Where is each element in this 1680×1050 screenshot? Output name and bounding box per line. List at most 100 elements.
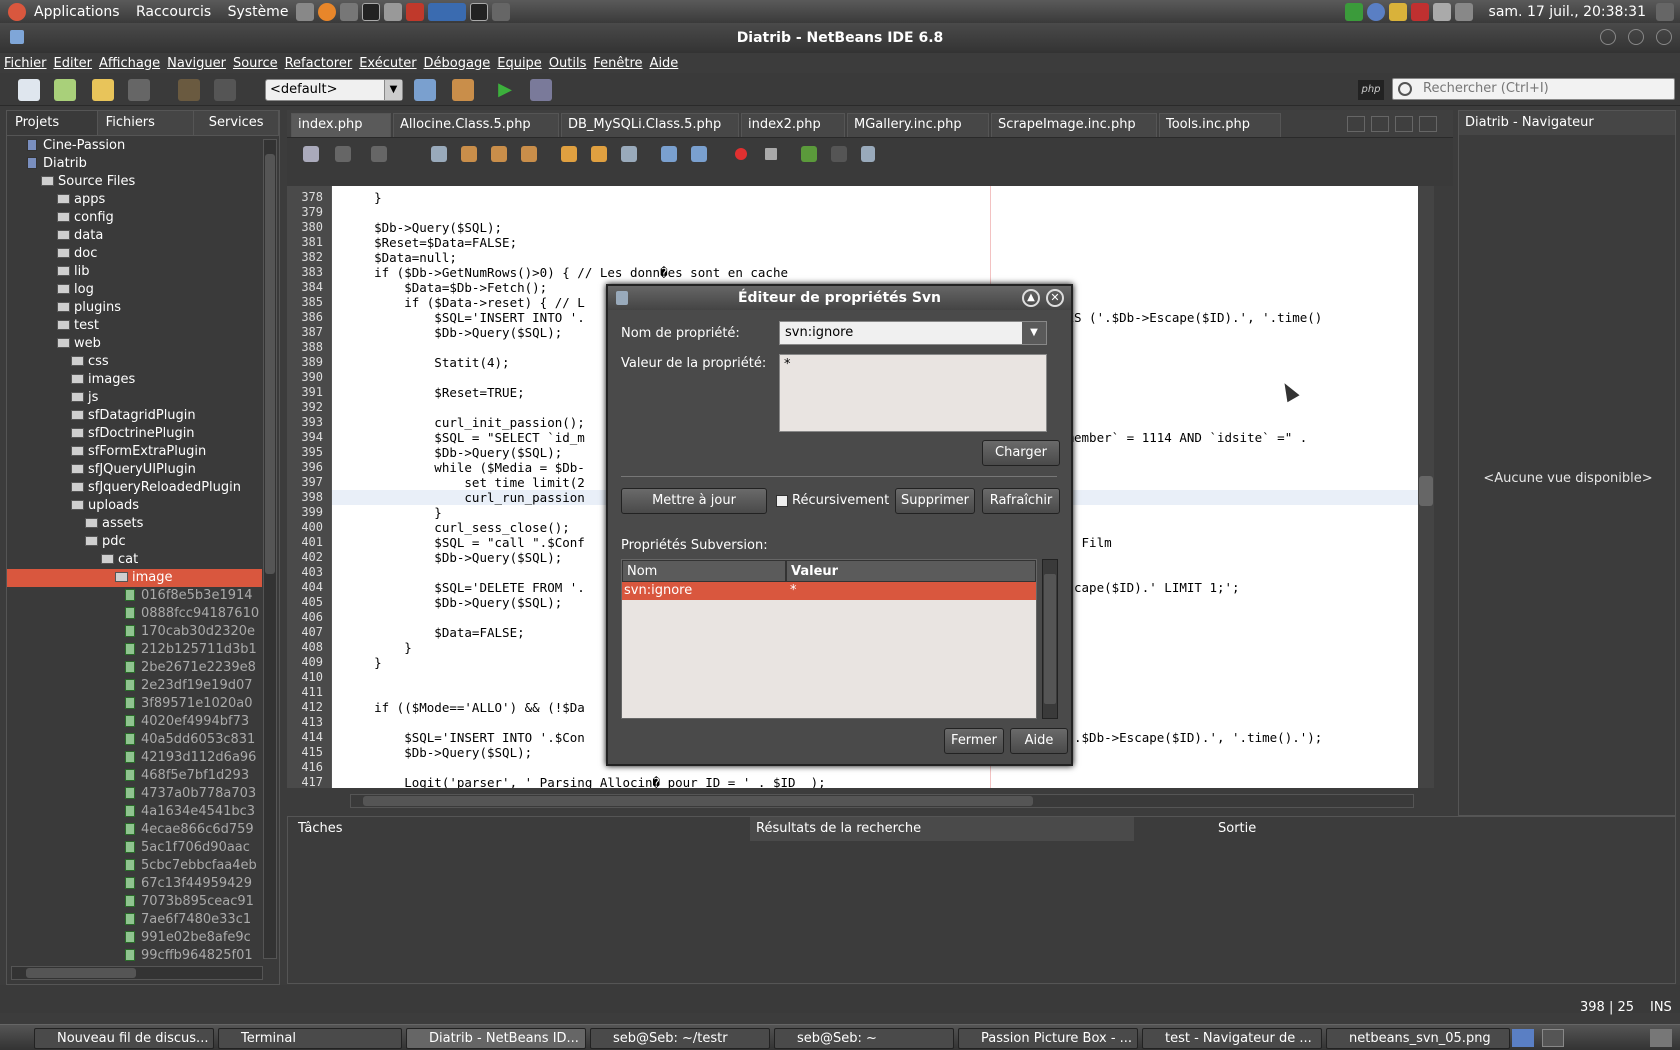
tab-index2[interactable]: index2.php [741, 113, 845, 137]
trash-icon[interactable] [1650, 1029, 1672, 1047]
tree-item[interactable]: sfJqueryReloadedPlugin [71, 479, 241, 497]
file-item[interactable]: 212b125711d3b1 [125, 641, 257, 659]
task-netbeans[interactable]: Diatrib - NetBeans ID... [406, 1028, 586, 1049]
file-item[interactable]: 4ecae866c6d759 [125, 821, 254, 839]
file-item[interactable]: 4737a0b778a703 [125, 785, 256, 803]
tree-vertical-scrollbar[interactable] [263, 139, 277, 959]
tab-scrapeimage[interactable]: ScrapeImage.inc.php [991, 113, 1157, 137]
menu-equipe[interactable]: Equipe [497, 56, 542, 71]
menu-fichier[interactable]: Fichier [4, 56, 47, 71]
next-bookmark-icon[interactable] [591, 146, 607, 162]
menu-fenetre[interactable]: Fenêtre [593, 56, 642, 71]
workspace-1-icon[interactable] [1512, 1029, 1534, 1047]
file-item[interactable]: 2be2671e2239e8 [125, 659, 256, 677]
app-launcher-icon[interactable] [406, 2, 425, 21]
tab-resultats-recherche[interactable]: Résultats de la recherche [750, 817, 1134, 841]
tree-item[interactable]: web [57, 335, 101, 353]
back-icon[interactable] [335, 146, 351, 162]
minimize-icon[interactable] [1600, 29, 1616, 45]
build-icon[interactable] [414, 79, 436, 101]
menu-debogage[interactable]: Débogage [424, 56, 491, 71]
find-previous-icon[interactable] [461, 146, 477, 162]
tab-db-mysqli[interactable]: DB_MySQLi.Class.5.php [561, 113, 739, 137]
save-all-icon[interactable] [128, 79, 150, 101]
editor-vertical-scrollbar[interactable] [1418, 186, 1434, 788]
tree-item[interactable]: Source Files [41, 173, 135, 191]
menu-shortcuts[interactable]: Raccourcis [136, 4, 211, 20]
tree-item[interactable]: plugins [57, 299, 121, 317]
tree-item[interactable]: Cine-Passion [27, 137, 125, 155]
recursive-checkbox[interactable] [776, 495, 788, 507]
tab-projets[interactable]: Projets [7, 111, 98, 135]
menu-source[interactable]: Source [233, 56, 278, 71]
menu-applications[interactable]: Applications [34, 4, 120, 20]
comment-icon[interactable] [801, 146, 817, 162]
tree-horizontal-scrollbar[interactable] [11, 966, 263, 980]
file-item[interactable]: 7073b895ceac91 [125, 893, 254, 911]
volume-icon[interactable] [1454, 2, 1473, 21]
file-item[interactable]: 0888fcc94187610 [125, 605, 259, 623]
chevron-up-icon[interactable]: ▲ [1022, 289, 1040, 307]
configuration-select[interactable]: <default> ▼ [265, 79, 403, 101]
maximize-icon[interactable] [1628, 29, 1644, 45]
menu-outils[interactable]: Outils [549, 56, 587, 71]
update-button[interactable]: Mettre à jour [621, 488, 767, 514]
property-value-field[interactable]: * [779, 354, 1047, 432]
files-icon[interactable] [384, 2, 403, 21]
display-icon[interactable] [1432, 2, 1451, 21]
firefox-icon[interactable] [318, 2, 337, 21]
chevron-down-icon[interactable]: ▼ [384, 80, 402, 100]
tab-sortie[interactable]: Sortie [1212, 817, 1262, 841]
table-row[interactable]: svn:ignore * [622, 582, 1036, 600]
menu-aide[interactable]: Aide [650, 56, 679, 71]
fermer-button[interactable]: Fermer [944, 728, 1004, 754]
tree-item[interactable]: uploads [71, 497, 139, 515]
new-file-icon[interactable] [18, 79, 40, 101]
debug-icon[interactable] [530, 79, 552, 101]
update-icon[interactable] [1410, 2, 1429, 21]
tree-item-selected[interactable]: image [115, 569, 173, 587]
tree-item[interactable]: js [71, 389, 98, 407]
file-item[interactable]: 7ae6f7480e33c1 [125, 911, 251, 929]
file-item[interactable]: 5ac1f706d90aac [125, 839, 250, 857]
task-terminal-testr[interactable]: seb@Seb: ~/testr [590, 1028, 770, 1049]
delete-button[interactable]: Supprimer [895, 488, 975, 514]
status-runner-icon[interactable] [1344, 2, 1363, 21]
undo-icon[interactable] [178, 79, 200, 101]
menu-system[interactable]: Système [228, 4, 289, 20]
system-menus[interactable]: Applications Raccourcis Système [28, 4, 294, 20]
xbmc-icon[interactable] [428, 2, 467, 21]
forward-icon[interactable] [371, 146, 387, 162]
toggle-highlight-icon[interactable] [521, 146, 537, 162]
file-item[interactable]: 42193d112d6a96 [125, 749, 256, 767]
tab-services[interactable]: Services [194, 111, 279, 135]
charger-button[interactable]: Charger [982, 440, 1060, 466]
database-icon[interactable] [861, 146, 875, 162]
search-input[interactable]: Rechercher (Ctrl+I) [1392, 78, 1675, 100]
tree-item[interactable]: apps [57, 191, 105, 209]
power-icon[interactable] [1656, 2, 1674, 21]
tab-allocine[interactable]: Allocine.Class.5.php [393, 113, 559, 137]
maximize-editor-icon[interactable] [1419, 116, 1437, 132]
notification-icon[interactable] [1388, 2, 1407, 21]
new-project-icon[interactable] [54, 79, 76, 101]
task-terminal-home[interactable]: seb@Seb: ~ [774, 1028, 954, 1049]
ubuntu-logo-icon[interactable] [8, 2, 26, 21]
chevron-down-icon[interactable]: ▼ [1022, 322, 1046, 344]
tools-icon[interactable] [296, 2, 315, 21]
shift-right-icon[interactable] [691, 146, 707, 162]
aide-button[interactable]: Aide [1010, 728, 1068, 754]
tree-item[interactable]: images [71, 371, 135, 389]
tab-index-php[interactable]: index.php [291, 113, 391, 137]
tab-taches[interactable]: Tâches [292, 817, 349, 841]
tab-fichiers[interactable]: Fichiers [98, 111, 195, 135]
network-icon[interactable] [1366, 2, 1385, 21]
tree-item[interactable]: Diatrib [27, 155, 87, 173]
column-header-nom[interactable]: Nom [622, 560, 786, 582]
task-terminal[interactable]: Terminal [218, 1028, 402, 1049]
clean-build-icon[interactable] [452, 79, 474, 101]
scroll-tabs-left-icon[interactable] [1347, 116, 1365, 132]
launcher-icon[interactable] [340, 2, 359, 21]
file-item[interactable]: 67c13f44959429 [125, 875, 252, 893]
task-image-viewer[interactable]: netbeans_svn_05.png [1326, 1028, 1510, 1049]
